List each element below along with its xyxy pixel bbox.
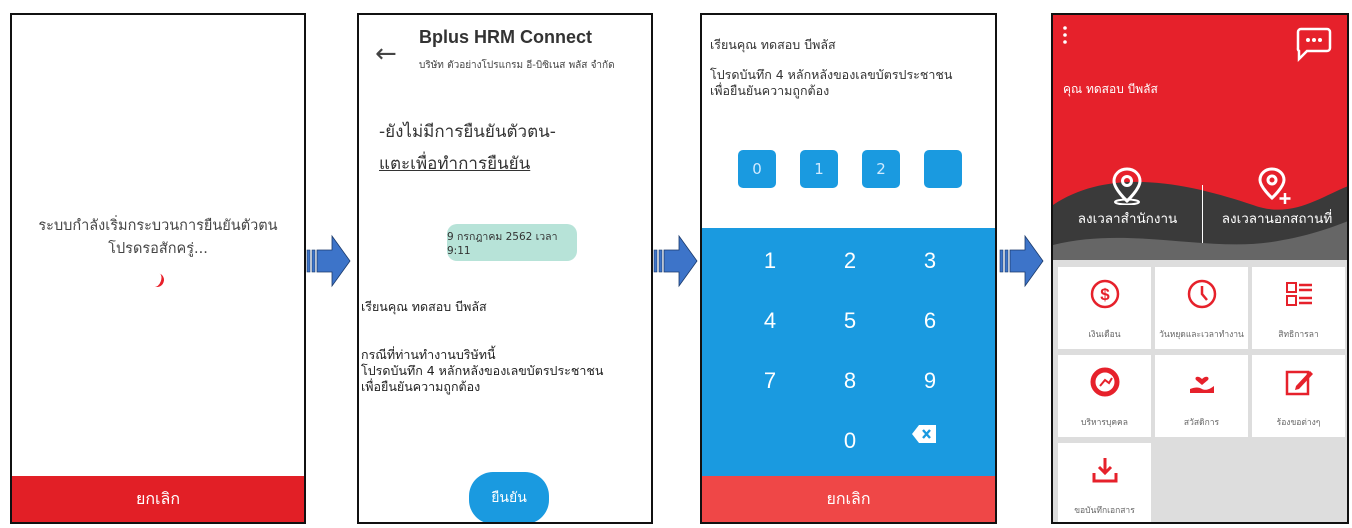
- clock-icon: [1187, 279, 1217, 309]
- screen-verification-status: ← Bplus HRM Connect บริษัท ตัวอย่างโปรแก…: [357, 13, 653, 524]
- tile-label: เงินเดือน: [1088, 330, 1121, 340]
- instruction-line: เพื่อยืนยันความถูกต้อง: [710, 83, 830, 98]
- tile-label: ร้องขอต่างๆ: [1276, 418, 1321, 428]
- greeting-text: เรียนคุณ ทดสอบ บีพลัส: [710, 37, 836, 52]
- header-banner: คุณ ทดสอบ บีพลัส ลงเวลาสำนักงาน ลงเวลานอ…: [1053, 15, 1347, 265]
- app-title: Bplus HRM Connect: [419, 27, 592, 47]
- verification-status: -ยังไม่มีการยืนยันตัวตน-: [379, 122, 556, 142]
- instruction-line: กรณีที่ท่านทำงานบริษัทนี้: [361, 347, 496, 362]
- user-name: คุณ ทดสอบ บีพลัส: [1063, 82, 1158, 96]
- list-icon: [1286, 282, 1312, 306]
- flow-arrow-icon: [653, 234, 698, 288]
- instruction-text: โปรดบันทึก 4 หลักหลังของเลขบัตรประชาชน เ…: [710, 67, 952, 99]
- chat-icon[interactable]: [1293, 25, 1333, 63]
- pin-input-row: 0 1 2: [738, 150, 962, 188]
- pin-digit-box[interactable]: [924, 150, 962, 188]
- gauge-icon: [1090, 367, 1120, 397]
- tile-welfare[interactable]: สวัสดิการ: [1155, 355, 1248, 437]
- date-badge: 9 กรกฎาคม 2562 เวลา 9:11: [447, 224, 577, 261]
- flow-arrow-icon: [306, 234, 351, 288]
- back-arrow-icon[interactable]: ←: [375, 41, 397, 67]
- feature-grid: $ เงินเดือน วันหยุดและเวลาทำงาน สิทธิการ…: [1053, 260, 1347, 522]
- flow-arrow-icon: [999, 234, 1044, 288]
- instruction-line: เพื่อยืนยันความถูกต้อง: [361, 379, 481, 394]
- tile-label: สิทธิการลา: [1278, 330, 1319, 340]
- loading-message: ระบบกำลังเริ่มกระบวนการยืนยันตัวตน โปรดร…: [12, 215, 304, 261]
- company-name: บริษัท ตัวอย่างโปรแกรม อี-บิซิเนส พลัส จ…: [419, 60, 615, 71]
- download-icon: [1092, 458, 1118, 483]
- loading-message-line2: โปรดรอสักครู่...: [108, 241, 208, 257]
- pin-digit-box[interactable]: 2: [862, 150, 900, 188]
- screen-pin-entry: เรียนคุณ ทดสอบ บีพลัส โปรดบันทึก 4 หลักห…: [700, 13, 997, 524]
- screen-home: คุณ ทดสอบ บีพลัส ลงเวลาสำนักงาน ลงเวลานอ…: [1051, 13, 1349, 524]
- tile-label: ขอบันทึกเอกสาร: [1074, 506, 1135, 516]
- cancel-button[interactable]: ยกเลิก: [12, 476, 304, 522]
- loading-message-line1: ระบบกำลังเริ่มกระบวนการยืนยันตัวตน: [38, 218, 278, 234]
- confirm-button[interactable]: ยืนยัน: [469, 472, 549, 522]
- location-pin-icon: [1112, 167, 1142, 205]
- instruction-text: กรณีที่ท่านทำงานบริษัทนี้ โปรดบันทึก 4 ห…: [361, 347, 603, 395]
- key-3[interactable]: 3: [900, 246, 960, 276]
- instruction-line: โปรดบันทึก 4 หลักหลังของเลขบัตรประชาชน: [361, 363, 604, 378]
- pin-digit-box[interactable]: 1: [800, 150, 838, 188]
- key-2[interactable]: 2: [820, 246, 880, 276]
- key-4[interactable]: 4: [740, 306, 800, 336]
- tile-document-request[interactable]: ขอบันทึกเอกสาร: [1058, 443, 1151, 522]
- key-1[interactable]: 1: [740, 246, 800, 276]
- edit-icon: [1285, 370, 1313, 396]
- tile-hr-management[interactable]: บริหารบุคคล: [1058, 355, 1151, 437]
- care-hand-icon: [1190, 376, 1214, 393]
- tile-label: วันหยุดและเวลาทำงาน: [1159, 330, 1244, 340]
- dollar-icon: $: [1090, 279, 1120, 309]
- greeting-text: เรียนคุณ ทดสอบ บีพลัส: [361, 299, 487, 314]
- key-7[interactable]: 7: [740, 366, 800, 396]
- cancel-button[interactable]: ยกเลิก: [702, 476, 995, 522]
- tile-leave[interactable]: สิทธิการลา: [1252, 267, 1345, 349]
- key-9[interactable]: 9: [900, 366, 960, 396]
- key-6[interactable]: 6: [900, 306, 960, 336]
- instruction-line: โปรดบันทึก 4 หลักหลังของเลขบัตรประชาชน: [710, 67, 953, 82]
- key-5[interactable]: 5: [820, 306, 880, 336]
- screen-loading: ระบบกำลังเริ่มกระบวนการยืนยันตัวตน โปรดร…: [10, 13, 306, 524]
- location-pin-plus-icon: [1258, 167, 1291, 204]
- backspace-icon[interactable]: [912, 425, 936, 443]
- svg-text:$: $: [1100, 285, 1110, 304]
- key-0[interactable]: 0: [820, 426, 880, 456]
- tile-salary[interactable]: $ เงินเดือน: [1058, 267, 1151, 349]
- tile-holidays[interactable]: วันหยุดและเวลาทำงาน: [1155, 267, 1248, 349]
- menu-icon[interactable]: [1063, 25, 1067, 45]
- tile-label: บริหารบุคคล: [1081, 418, 1128, 428]
- key-8[interactable]: 8: [820, 366, 880, 396]
- numeric-keypad: 1 2 3 4 5 6 7 8 9 0: [702, 228, 995, 482]
- tile-requests[interactable]: ร้องขอต่างๆ: [1252, 355, 1345, 437]
- loading-spinner-icon: [148, 271, 166, 289]
- tile-label: สวัสดิการ: [1183, 418, 1220, 428]
- pin-digit-box[interactable]: 0: [738, 150, 776, 188]
- verify-link[interactable]: แตะเพื่อทำการยืนยัน: [379, 150, 530, 177]
- checkin-office-label: ลงเวลาสำนักงาน: [1077, 211, 1178, 227]
- checkin-outside-label: ลงเวลานอกสถานที่: [1221, 211, 1333, 227]
